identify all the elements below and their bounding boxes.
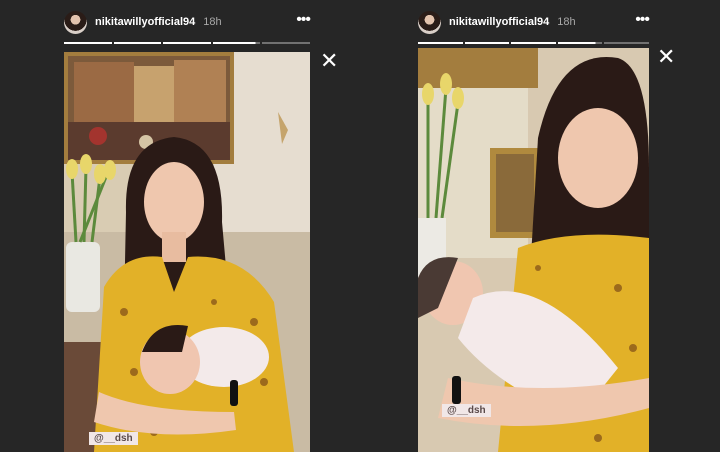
story-media[interactable]: @__dsh xyxy=(64,52,310,452)
story-header: nikitawillyofficial94 18h ••• xyxy=(418,10,650,34)
progress-segment xyxy=(557,42,603,44)
avatar[interactable] xyxy=(418,10,441,34)
avatar[interactable] xyxy=(64,10,87,34)
username[interactable]: nikitawillyofficial94 xyxy=(95,16,195,28)
mention-tag[interactable]: @__dsh xyxy=(442,404,491,417)
progress-segment xyxy=(511,42,556,44)
progress-segment xyxy=(64,42,112,44)
story-header: nikitawillyofficial94 18h ••• xyxy=(64,10,311,34)
progress-segment xyxy=(604,42,649,44)
progress-segment xyxy=(212,42,261,44)
post-time: 18h xyxy=(203,16,222,28)
story-media[interactable]: @__dsh xyxy=(418,48,649,452)
progress-segment xyxy=(418,42,463,44)
more-options-icon[interactable]: ••• xyxy=(635,11,650,29)
post-time: 18h xyxy=(557,16,576,28)
story-photo xyxy=(418,48,649,452)
close-icon[interactable]: ✕ xyxy=(320,50,338,72)
more-options-icon[interactable]: ••• xyxy=(296,11,311,29)
progress-segment xyxy=(113,42,162,44)
story-progress xyxy=(64,42,310,44)
progress-segment xyxy=(464,42,510,44)
mention-tag[interactable]: @__dsh xyxy=(89,432,138,445)
story-progress xyxy=(418,42,649,44)
username[interactable]: nikitawillyofficial94 xyxy=(449,16,549,28)
progress-segment xyxy=(163,42,211,44)
progress-segment xyxy=(262,42,310,44)
close-icon[interactable]: ✕ xyxy=(657,46,675,68)
story-photo xyxy=(64,52,310,452)
